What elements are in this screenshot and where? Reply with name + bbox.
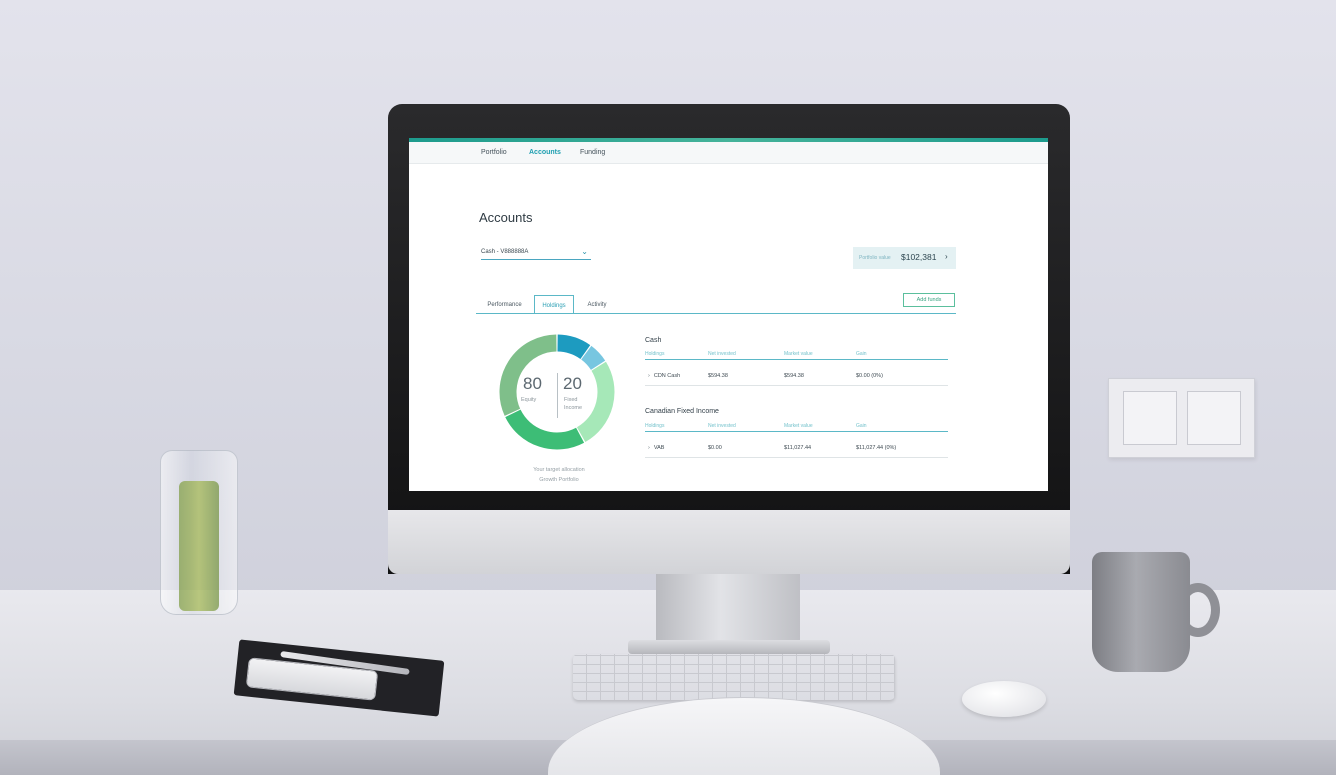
fixed-income-percent: 20 [563,374,582,393]
donut-divider [557,373,558,418]
tab-activity[interactable]: Activity [577,295,617,314]
column-header-net-invested: Net invested [708,423,736,429]
donut-segment-1 [557,334,591,360]
holding-name-cell: › CDN Cash [648,373,680,379]
nav-portfolio[interactable]: Portfolio [481,149,507,156]
portfolio-value-button[interactable]: Portfolio value $102,381 › [853,247,956,269]
portfolio-value-amount: $102,381 [901,252,937,262]
column-header-gain: Gain [856,351,867,357]
fixed-income-label-line2: Income [564,404,583,411]
allocation-caption-line2: Growth Portfolio [539,477,579,483]
allocation-caption: Your target allocation Growth Portfolio [499,465,619,485]
table-row[interactable]: › CDN Cash $594.38 $594.38 $0.00 (0%) [645,366,948,386]
light-switch-right [1187,391,1241,445]
net-invested-cell: $594.38 [708,373,728,379]
top-navigation: Portfolio Accounts Funding [409,142,1048,164]
monitor-stand-foot [628,640,830,654]
donut-segment-4 [505,409,585,450]
tabs-underline [476,313,956,314]
allocation-caption-line1: Your target allocation [533,467,585,473]
keyboard [573,654,895,700]
column-header-gain: Gain [856,423,867,429]
table-row[interactable]: › VAB $0.00 $11,027.44 $11,027.44 (0%) [645,438,948,458]
market-value-cell: $11,027.44 [784,445,812,451]
gain-cell: $11,027.44 (0%) [856,445,897,451]
market-value-cell: $594.38 [784,373,804,379]
chevron-down-icon: ⌄ [581,247,588,256]
coffee-mug [1092,552,1190,672]
chevron-right-icon: › [648,373,650,379]
holdings-group-title: Canadian Fixed Income [645,408,719,415]
holding-name: CDN Cash [653,373,681,379]
column-header-holdings: Holdings [645,351,665,357]
flower-vase [160,450,238,615]
nav-funding[interactable]: Funding [580,149,605,156]
account-select[interactable]: Cash - V888888A ⌄ [481,247,591,260]
gain-cell: $0.00 (0%) [856,373,883,379]
mouse [962,681,1046,717]
fixed-income-label: Fixed Income [564,397,582,412]
holdings-group-title: Cash [645,337,662,344]
page-title: Accounts [479,210,533,225]
holding-name-cell: › VAB [648,445,664,451]
tab-holdings[interactable]: Holdings [534,295,574,314]
portfolio-value-label: Portfolio value [859,255,891,261]
donut-segment-3 [576,361,615,443]
column-header-net-invested: Net invested [708,351,736,357]
flower-stems [179,481,219,611]
holdings-table-header: Holdings Net invested Market value Gain [645,421,948,432]
column-header-holdings: Holdings [645,423,665,429]
light-switch-plate [1108,378,1255,458]
nav-accounts[interactable]: Accounts [529,149,561,156]
holding-name: VAB [653,445,665,451]
account-select-value: Cash - V888888A [481,249,529,255]
net-invested-cell: $0.00 [708,445,722,451]
add-funds-button[interactable]: Add funds [903,293,955,307]
column-header-market-value: Market value [784,351,813,357]
chevron-right-icon: › [648,445,650,451]
tab-performance[interactable]: Performance [477,295,532,314]
app-screen: Portfolio Accounts Funding Accounts Cash… [409,138,1048,491]
holdings-table-header: Holdings Net invested Market value Gain [645,349,948,360]
monitor-chin [388,510,1070,574]
light-switch-left [1123,391,1177,445]
equity-label: Equity [521,397,537,403]
donut-segment-2 [580,345,606,371]
fixed-income-label-line1: Fixed [564,397,578,403]
equity-percent: 80 [523,374,542,393]
chevron-right-icon: › [945,252,948,261]
column-header-market-value: Market value [784,423,813,429]
